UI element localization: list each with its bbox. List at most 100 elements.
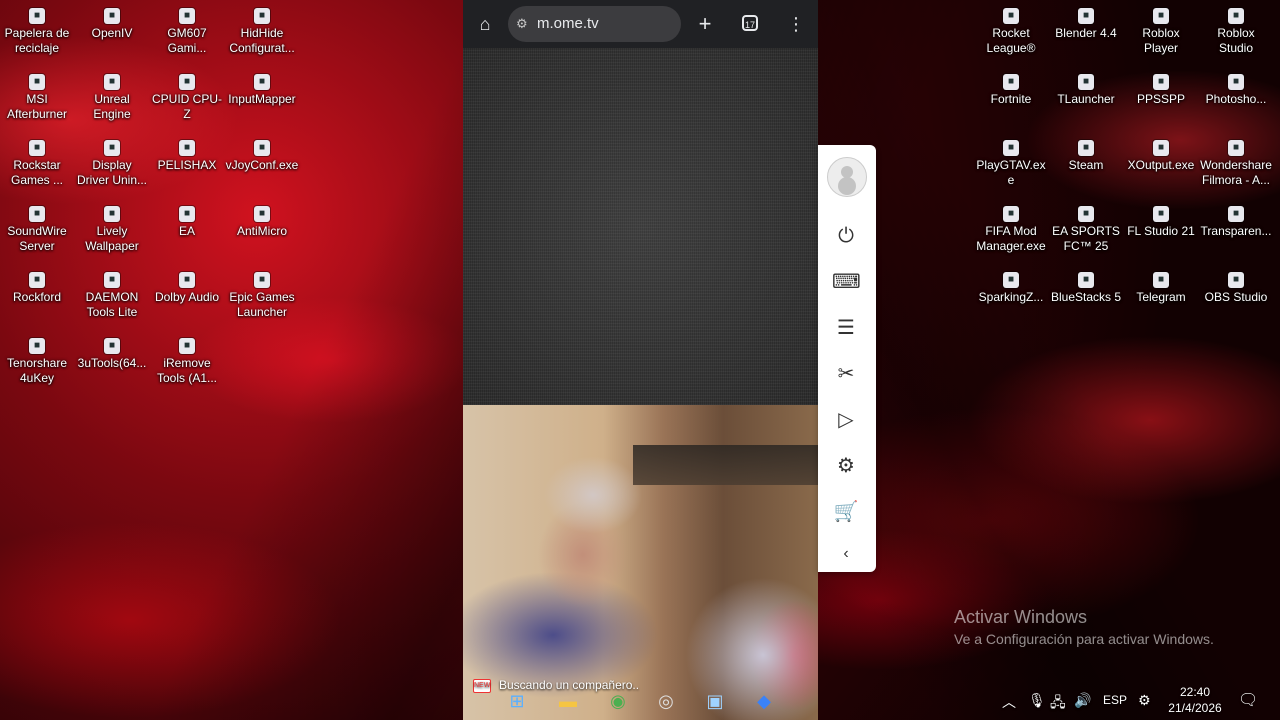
desktop-icon[interactable]: ■ Unreal Engine <box>75 74 149 122</box>
desktop-icon-label: BlueStacks 5 <box>1050 290 1122 304</box>
desktop-icon-label: AntiMicro <box>236 224 287 238</box>
desktop-icon[interactable]: ■ Display Driver Unin... <box>75 140 149 188</box>
address-bar[interactable]: ⚙ m.ome.tv <box>508 6 681 42</box>
notifications-icon[interactable]: 🗨 <box>1238 690 1258 710</box>
ppsspp-icon: ■ <box>1153 74 1169 90</box>
daemon-tools-icon: ■ <box>104 272 120 288</box>
desktop-icon[interactable]: ■ InputMapper <box>225 74 299 107</box>
desktop-icon[interactable]: ■ Roblox Studio <box>1199 8 1273 56</box>
microphone-icon[interactable]: 🎙 <box>1028 692 1046 709</box>
activate-title: Activar Windows <box>954 607 1088 627</box>
desktop-icon[interactable]: ■ Fortnite <box>974 74 1048 107</box>
desktop-icon[interactable]: ■ TLauncher <box>1049 74 1123 107</box>
start-icon[interactable]: ⊞ <box>502 686 532 716</box>
menu-icon[interactable]: ⋮ <box>784 12 808 36</box>
desktop-icon-label: Steam <box>1068 158 1104 172</box>
desktop-icon[interactable]: ■ OpenIV <box>75 8 149 41</box>
site-settings-icon[interactable]: ⚙ <box>516 6 528 42</box>
language-indicator[interactable]: ESP <box>1103 693 1127 707</box>
clock-time: 22:40 <box>1179 685 1211 699</box>
filmora-icon: ■ <box>1228 140 1244 156</box>
desktop-icon[interactable]: ■ Rockstar Games ... <box>0 140 74 188</box>
desktop-icon[interactable]: ■ GM607 Gami... <box>150 8 224 56</box>
network-icon[interactable]: 🖧 <box>1050 692 1066 716</box>
desktop-icon-label: Rocket League® <box>986 26 1036 55</box>
desktop-icon[interactable]: ■ FIFA Mod Manager.exe <box>974 206 1048 254</box>
desktop-icon[interactable]: ■ MSI Afterburner <box>0 74 74 122</box>
desktop-icon[interactable]: ■ EA SPORTS FC™ 25 <box>1049 206 1123 254</box>
desktop-icon[interactable]: ■ iRemove Tools (A1... <box>150 338 224 386</box>
desktop-icon[interactable]: ■ EA <box>150 206 224 239</box>
desktop-icon[interactable]: ■ OBS Studio <box>1199 272 1273 305</box>
telegram-icon: ■ <box>1153 272 1169 288</box>
desktop-icon-label: InputMapper <box>228 92 296 106</box>
desktop-icon[interactable]: ■ Photosho... <box>1199 74 1273 107</box>
desktop-icon[interactable]: ■ Blender 4.4 <box>1049 8 1123 41</box>
desktop-icon[interactable]: ■ XOutput.exe <box>1124 140 1198 173</box>
desktop-icon[interactable]: ■ CPUID CPU-Z <box>150 74 224 122</box>
desktop-icon[interactable]: ■ SparkingZ... <box>974 272 1048 305</box>
desktop-icon-label: Rockstar Games ... <box>10 158 63 187</box>
rockford-icon: ■ <box>29 272 45 288</box>
vjoy-icon: ■ <box>254 140 270 156</box>
keyboard-icon[interactable]: ⌨ <box>832 268 861 296</box>
gear-icon[interactable]: ⚙ <box>832 452 860 480</box>
file-explorer-icon[interactable]: ▬ <box>553 686 583 716</box>
chevron-up-icon[interactable]: ︿ <box>1002 692 1016 712</box>
cart-icon[interactable]: 🛒 <box>832 498 860 526</box>
activate-windows-watermark: Activar Windows Ve a Configuración para … <box>954 606 1214 650</box>
desktop-icon-label: TLauncher <box>1057 92 1115 106</box>
home-icon[interactable]: ⌂ <box>473 12 497 36</box>
desktop-icon-label: Display Driver Unin... <box>76 158 147 187</box>
power-icon[interactable]: ⏻ <box>832 222 860 250</box>
desktop-icon-label: Photosho... <box>1205 92 1267 106</box>
desktop-icon[interactable]: ■ Lively Wallpaper <box>75 206 149 254</box>
background-shelf <box>633 445 818 485</box>
desktop-icon[interactable]: ■ BlueStacks 5 <box>1049 272 1123 305</box>
hidhide-icon: ■ <box>254 8 270 24</box>
playgtav-icon: ■ <box>1003 140 1019 156</box>
document-icon[interactable]: ☰ <box>832 314 860 342</box>
desktop-icon[interactable]: ■ Tenorshare 4uKey <box>0 338 74 386</box>
play-icon[interactable]: ▷ <box>832 406 860 434</box>
desktop-icon-label: XOutput.exe <box>1127 158 1195 172</box>
desktop-icon[interactable]: ■ Roblox Player <box>1124 8 1198 56</box>
desktop-icon[interactable]: ■ 3uTools(64... <box>75 338 149 371</box>
desktop-icon[interactable]: ■ PELISHAX <box>150 140 224 173</box>
desktop-icon[interactable]: ■ HidHide Configurat... <box>225 8 299 56</box>
desktop-icon[interactable]: ■ FL Studio 21 <box>1124 206 1198 239</box>
desktop-icon[interactable]: ■ DAEMON Tools Lite <box>75 272 149 320</box>
desktop-icon[interactable]: ■ Telegram <box>1124 272 1198 305</box>
app-window-icon[interactable]: ▣ <box>700 686 730 716</box>
volume-icon[interactable]: 🔊 <box>1074 692 1091 709</box>
desktop-icon[interactable]: ■ Wondershare Filmora - A... <box>1199 140 1273 188</box>
pelishax-icon: ■ <box>179 140 195 156</box>
new-tab-icon[interactable]: + <box>693 12 717 36</box>
desktop-icon[interactable]: ■ Papelera de reciclaje <box>0 8 74 56</box>
desktop-icon[interactable]: ■ Dolby Audio <box>150 272 224 305</box>
avatar[interactable] <box>827 157 867 197</box>
desktop-icon[interactable]: ■ Transparen... <box>1199 206 1273 239</box>
desktop-icon[interactable]: ■ Rockford <box>0 272 74 305</box>
tab-switcher-button[interactable]: 17 <box>742 15 758 31</box>
scissors-icon[interactable]: ✂ <box>832 360 860 388</box>
desktop-icon[interactable]: ■ Rocket League® <box>974 8 1048 56</box>
desktop-icon[interactable]: ■ vJoyConf.exe <box>225 140 299 173</box>
desktop-icon[interactable]: ■ Steam <box>1049 140 1123 173</box>
desktop-icon[interactable]: ■ PPSSPP <box>1124 74 1198 107</box>
desktop-icon-label: Roblox Player <box>1142 26 1180 55</box>
chrome-icon[interactable]: ◉ <box>603 686 633 716</box>
desktop-icon[interactable]: ■ Epic Games Launcher <box>225 272 299 320</box>
obs-taskbar-icon[interactable]: ◎ <box>651 686 681 716</box>
desktop-icon[interactable]: ■ AntiMicro <box>225 206 299 239</box>
desktop-icon-label: Rockford <box>12 290 62 304</box>
desktop-icon-label: HidHide Configurat... <box>229 26 295 55</box>
dolby-icon: ■ <box>179 272 195 288</box>
desktop-icon[interactable]: ■ SoundWire Server <box>0 206 74 254</box>
clock[interactable]: 22:40 21/4/2026 <box>1160 684 1230 716</box>
desktop-icon[interactable]: ■ PlayGTAV.exe <box>974 140 1048 188</box>
settings-tray-icon[interactable]: ⚙ <box>1138 692 1151 709</box>
bluestacks-taskbar-icon[interactable]: ◆ <box>749 686 779 716</box>
collapse-chevron-icon[interactable]: ‹ <box>832 540 860 568</box>
roblox-studio-icon: ■ <box>1228 8 1244 24</box>
